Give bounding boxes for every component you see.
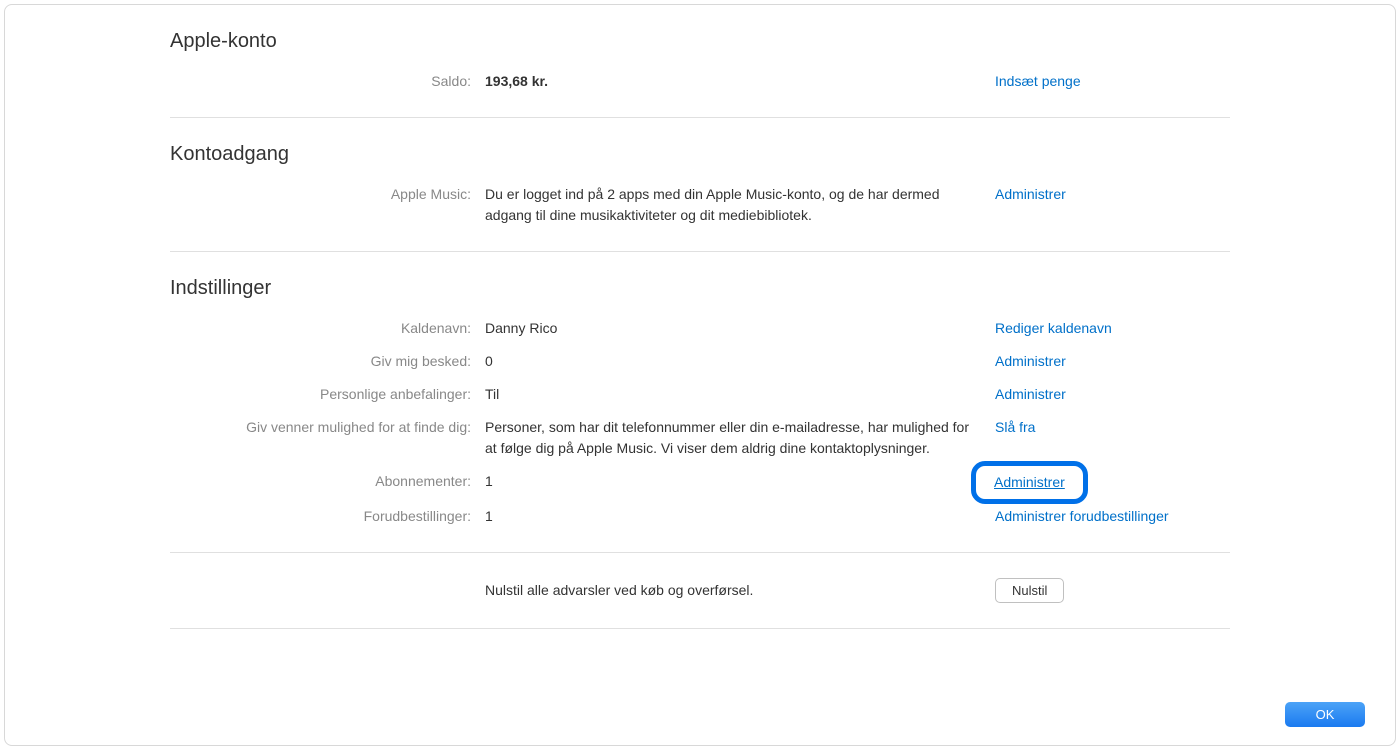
balance-label: Saldo: bbox=[170, 71, 485, 92]
row-notify: Giv mig besked: 0 Administrer bbox=[170, 351, 1230, 372]
footer: OK bbox=[1285, 702, 1365, 727]
subscriptions-label: Abonnementer: bbox=[170, 471, 485, 494]
recommendations-value: Til bbox=[485, 384, 975, 405]
row-subscriptions: Abonnementer: 1 Administrer bbox=[170, 471, 1230, 494]
notify-value: 0 bbox=[485, 351, 975, 372]
edit-nickname-link[interactable]: Rediger kaldenavn bbox=[995, 320, 1112, 336]
account-settings-window: Apple-konto Saldo: 193,68 kr. Indsæt pen… bbox=[4, 4, 1396, 746]
friends-find-label: Giv venner mulighed for at finde dig: bbox=[170, 417, 485, 459]
preorders-manage-link[interactable]: Administrer forudbestillinger bbox=[995, 508, 1169, 524]
friends-find-text: Personer, som har dit telefonnummer elle… bbox=[485, 417, 975, 459]
preorders-value: 1 bbox=[485, 506, 975, 527]
apple-music-label: Apple Music: bbox=[170, 184, 485, 226]
nickname-value: Danny Rico bbox=[485, 318, 975, 339]
subscriptions-manage-link[interactable]: Administrer bbox=[994, 474, 1065, 490]
turn-off-link[interactable]: Slå fra bbox=[995, 419, 1035, 435]
row-nickname: Kaldenavn: Danny Rico Rediger kaldenavn bbox=[170, 318, 1230, 339]
preorders-label: Forudbestillinger: bbox=[170, 506, 485, 527]
apple-music-text: Du er logget ind på 2 apps med din Apple… bbox=[485, 184, 975, 226]
notify-label: Giv mig besked: bbox=[170, 351, 485, 372]
row-recommendations: Personlige anbefalinger: Til Administrer bbox=[170, 384, 1230, 405]
balance-value: 193,68 kr. bbox=[485, 71, 975, 92]
recommendations-manage-link[interactable]: Administrer bbox=[995, 386, 1066, 402]
apple-music-manage-link[interactable]: Administrer bbox=[995, 186, 1066, 202]
section-apple-account: Apple-konto Saldo: 193,68 kr. Indsæt pen… bbox=[170, 30, 1230, 118]
section-settings: Indstillinger Kaldenavn: Danny Rico Redi… bbox=[170, 277, 1230, 553]
section-account-access: Kontoadgang Apple Music: Du er logget in… bbox=[170, 143, 1230, 252]
notify-manage-link[interactable]: Administrer bbox=[995, 353, 1066, 369]
subscriptions-value: 1 bbox=[485, 471, 975, 494]
row-apple-music: Apple Music: Du er logget ind på 2 apps … bbox=[170, 184, 1230, 226]
section-title-apple-account: Apple-konto bbox=[170, 30, 1230, 53]
section-title-settings: Indstillinger bbox=[170, 277, 1230, 300]
nickname-label: Kaldenavn: bbox=[170, 318, 485, 339]
ok-button[interactable]: OK bbox=[1285, 702, 1365, 727]
recommendations-label: Personlige anbefalinger: bbox=[170, 384, 485, 405]
row-friends-find: Giv venner mulighed for at finde dig: Pe… bbox=[170, 417, 1230, 459]
row-balance: Saldo: 193,68 kr. Indsæt penge bbox=[170, 71, 1230, 92]
row-preorders: Forudbestillinger: 1 Administrer forudbe… bbox=[170, 506, 1230, 527]
add-funds-link[interactable]: Indsæt penge bbox=[995, 73, 1081, 89]
reset-text: Nulstil alle advarsler ved køb og overfø… bbox=[485, 580, 975, 601]
section-title-account-access: Kontoadgang bbox=[170, 143, 1230, 166]
row-reset: Nulstil alle advarsler ved køb og overfø… bbox=[170, 578, 1230, 603]
reset-button[interactable]: Nulstil bbox=[995, 578, 1064, 603]
subscriptions-highlight: Administrer bbox=[971, 461, 1088, 504]
section-reset: Nulstil alle advarsler ved køb og overfø… bbox=[170, 578, 1230, 629]
